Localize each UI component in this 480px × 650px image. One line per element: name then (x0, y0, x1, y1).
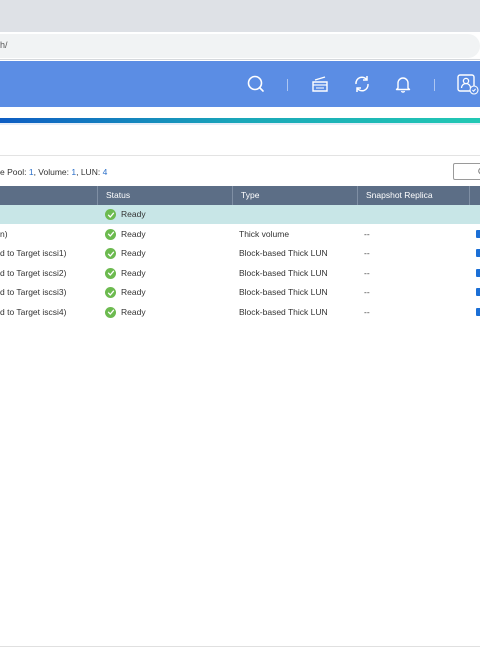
row-snapshot-replica: -- (364, 267, 370, 278)
summary-lun-count: 4 (102, 167, 108, 177)
column-header-extra[interactable] (470, 186, 480, 205)
browser-address-bar: h/ (0, 32, 480, 60)
browser-tab-strip (0, 0, 480, 32)
status-ok-icon (105, 306, 116, 318)
summary-lun-label: , LUN: (76, 167, 103, 177)
status-ok-icon (105, 228, 116, 240)
row-type: Block-based Thick LUN (239, 248, 328, 258)
status-ok-icon (105, 209, 116, 220)
row-type: Block-based Thick LUN (239, 287, 328, 297)
row-type: Thick volume (239, 228, 290, 239)
storage-summary: e Pool: 1, Volume: 1, LUN: 4 (0, 167, 107, 177)
user-account-icon[interactable] (455, 72, 479, 96)
table-row[interactable]: d to Target iscsi2) Ready Block-based Thic… (0, 264, 480, 283)
row-action-marker[interactable] (476, 249, 480, 257)
bottom-divider (0, 646, 480, 647)
row-status: Ready (121, 287, 146, 297)
row-name: d to Target iscsi2) (0, 267, 67, 278)
row-name: d to Target iscsi1) (0, 248, 67, 258)
table-header: Status Type Snapshot Replica (0, 186, 480, 205)
row-name: n) (0, 228, 8, 239)
status-ok-icon (105, 248, 116, 259)
header-separator (434, 79, 435, 91)
table-row[interactable]: d to Target iscsi3) Ready Block-based Thic… (0, 283, 480, 302)
url-text: h/ (0, 40, 8, 50)
row-snapshot-replica: -- (364, 306, 370, 317)
table-row[interactable]: d to Target iscsi1) Ready Block-based Thic… (0, 244, 480, 263)
table-row[interactable]: n) Ready Thick volume -- (0, 225, 480, 244)
toolbar-action-button[interactable]: C (453, 163, 480, 180)
notification-bell-icon[interactable] (391, 72, 415, 96)
status-ok-icon (105, 267, 116, 279)
row-status: Ready (121, 209, 146, 219)
row-snapshot-replica: -- (364, 248, 370, 258)
row-type (239, 205, 357, 224)
row-snapshot-replica: -- (364, 287, 370, 297)
app-header (0, 61, 480, 107)
status-ok-icon (105, 287, 116, 298)
search-icon[interactable] (244, 72, 268, 96)
row-status: Ready (121, 248, 146, 258)
sync-icon[interactable] (350, 72, 374, 96)
header-separator (287, 79, 288, 91)
row-name: d to Target iscsi4) (0, 306, 67, 317)
row-type: Block-based Thick LUN (239, 306, 328, 317)
accent-shadow (0, 123, 480, 125)
task-queue-icon[interactable] (308, 72, 332, 96)
content-divider (0, 155, 480, 156)
table-row[interactable]: Ready (0, 205, 480, 224)
row-status: Ready (121, 306, 146, 317)
row-status: Ready (121, 267, 146, 278)
row-name (0, 205, 96, 224)
column-header-status[interactable]: Status (98, 186, 233, 205)
row-name: d to Target iscsi3) (0, 287, 67, 297)
row-action-marker[interactable] (476, 307, 480, 316)
table-row[interactable]: d to Target iscsi4) Ready Block-based Thic… (0, 303, 480, 322)
column-header-name[interactable] (0, 186, 98, 205)
column-header-snapshot-replica[interactable]: Snapshot Replica (358, 186, 470, 205)
summary-volume-label: , Volume: (33, 167, 72, 177)
row-action-marker[interactable] (476, 229, 480, 238)
row-action-marker[interactable] (476, 288, 480, 296)
column-header-type[interactable]: Type (233, 186, 358, 205)
row-snapshot-replica: -- (364, 228, 370, 239)
row-type: Block-based Thick LUN (239, 267, 328, 278)
row-action-marker[interactable] (476, 268, 480, 277)
url-field[interactable]: h/ (0, 34, 480, 58)
row-status: Ready (121, 228, 146, 239)
row-snapshot-replica (364, 205, 464, 224)
summary-pool-label: e Pool: (0, 167, 29, 177)
